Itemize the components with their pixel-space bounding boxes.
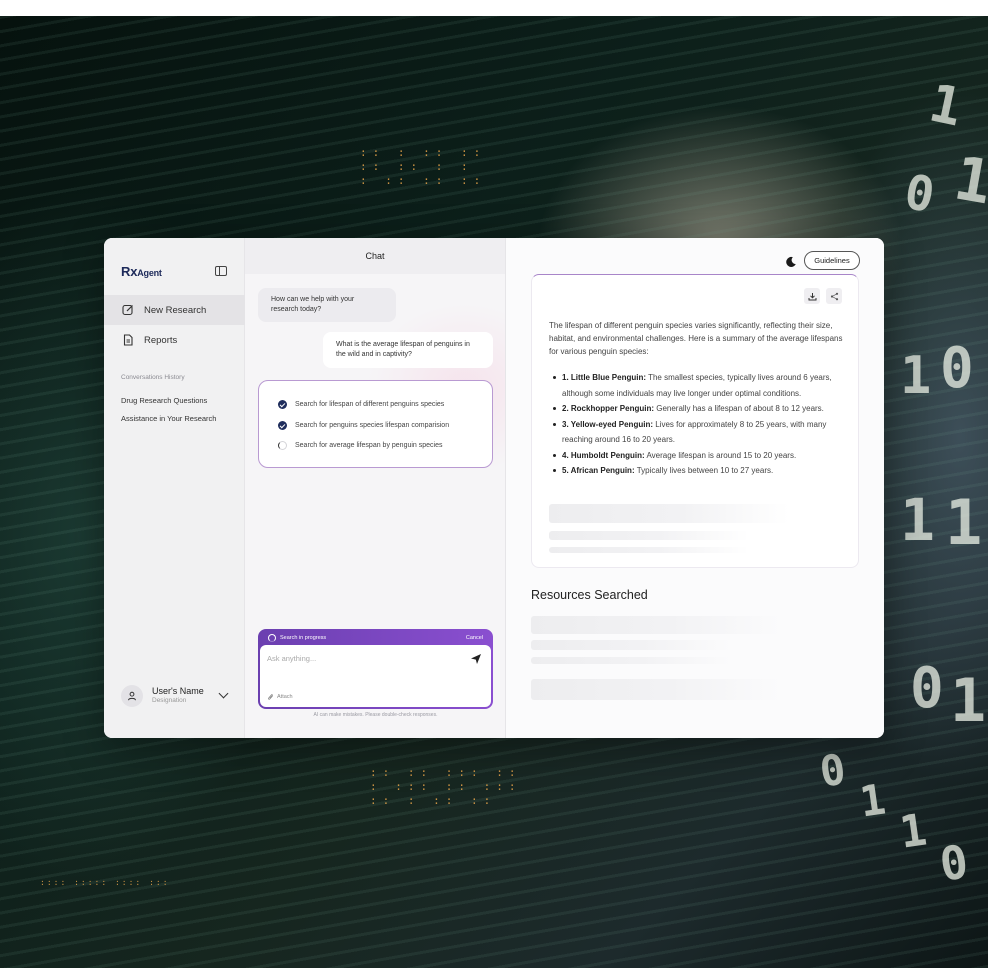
send-icon[interactable]	[470, 652, 482, 664]
sidebar-item-new-research[interactable]: New Research	[104, 295, 245, 325]
user-message: What is the average lifespan of penguins…	[323, 332, 493, 368]
background-lights: :::: ::::: :::: :::	[40, 878, 170, 887]
resources-title: Resources Searched	[531, 588, 648, 602]
list-item: 3. Yellow-eyed Penguin: Lives for approx…	[549, 417, 849, 448]
paperclip-icon	[268, 694, 273, 700]
loading-spinner-icon	[268, 634, 276, 642]
background-lights: :: :: ::: ::: ::: :: ::::: : :: ::	[370, 766, 522, 807]
download-icon[interactable]	[804, 288, 820, 304]
user-designation: Designation	[152, 697, 187, 704]
chat-panel: Chat How can we help with your research …	[245, 238, 506, 738]
list-item: 2. Rockhopper Penguin: Generally has a l…	[549, 401, 849, 417]
background-digit: 1	[900, 346, 932, 406]
search-step: Search for average lifespan by penguin s…	[278, 441, 442, 450]
check-circle-icon	[278, 421, 287, 430]
user-menu[interactable]: User's Name Designation	[121, 684, 233, 708]
history-item[interactable]: Drug Research Questions	[121, 396, 207, 405]
chat-input[interactable]	[267, 654, 447, 663]
background-lights: :: : :: :: :: :: : :: :: :: ::	[360, 146, 487, 187]
guidelines-button[interactable]: Guidelines	[804, 251, 860, 270]
cancel-button[interactable]: Cancel	[466, 635, 483, 641]
search-status-bar: Search in progress Cancel	[268, 633, 483, 643]
report-card: The lifespan of different penguin specie…	[531, 274, 859, 568]
sidebar-item-label: Reports	[144, 334, 178, 346]
bot-message: How can we help with your research today…	[258, 288, 396, 322]
lifespan-list: 1. Little Blue Penguin: The smallest spe…	[549, 370, 849, 479]
search-step: Search for penguins species lifespan com…	[278, 421, 449, 430]
sidebar-item-reports[interactable]: Reports	[104, 325, 245, 355]
loading-skeleton	[531, 640, 731, 650]
share-icon[interactable]	[826, 288, 842, 304]
background-digit: 1	[950, 666, 987, 736]
edit-icon	[122, 304, 134, 316]
attach-button[interactable]: Attach	[267, 693, 293, 701]
list-item: 5. African Penguin: Typically lives betw…	[549, 463, 849, 479]
user-icon	[128, 691, 136, 701]
search-steps: Search for lifespan of different penguin…	[258, 380, 493, 468]
loading-skeleton	[549, 531, 749, 540]
loading-spinner-icon	[278, 441, 287, 450]
background-digit: 0	[910, 656, 944, 721]
search-status-text: Search in progress	[280, 635, 327, 641]
history-item[interactable]: Assistance in Your Research	[121, 414, 216, 423]
report-intro: The lifespan of different penguin specie…	[549, 321, 843, 356]
document-icon	[122, 334, 134, 346]
background-digit: 1	[900, 486, 935, 554]
sidebar-item-label: New Research	[144, 304, 207, 316]
sidebar-toggle-icon[interactable]	[215, 266, 227, 276]
sidebar: RxAgent New Research Reports Conversatio…	[104, 238, 245, 738]
moon-icon[interactable]	[785, 255, 797, 267]
search-step: Search for lifespan of different penguin…	[278, 400, 444, 409]
chat-title: Chat	[245, 238, 505, 274]
background-digit: 1	[945, 486, 983, 559]
history-title: Conversations History	[121, 374, 185, 381]
list-item: 1. Little Blue Penguin: The smallest spe…	[549, 370, 849, 401]
disclaimer: AI can make mistakes. Please double-chec…	[313, 712, 438, 718]
app-window: RxAgent New Research Reports Conversatio…	[104, 238, 884, 738]
composer: Search in progress Cancel Attach	[258, 629, 493, 709]
loading-skeleton	[549, 504, 789, 523]
list-item: 4. Humboldt Penguin: Average lifespan is…	[549, 448, 849, 464]
chevron-down-icon[interactable]	[218, 688, 229, 699]
loading-skeleton	[531, 679, 781, 700]
card-actions	[798, 288, 842, 304]
user-name: User's Name	[152, 686, 204, 696]
loading-skeleton	[531, 657, 731, 664]
app-logo[interactable]: RxAgent	[121, 264, 162, 279]
loading-skeleton	[531, 616, 781, 634]
avatar	[121, 685, 143, 707]
composer-box: Attach	[260, 645, 491, 707]
report-panel: Guidelines The lifespan of different pen…	[506, 238, 884, 738]
background-digit: 0	[940, 336, 974, 401]
loading-skeleton	[549, 547, 749, 553]
check-circle-icon	[278, 400, 287, 409]
